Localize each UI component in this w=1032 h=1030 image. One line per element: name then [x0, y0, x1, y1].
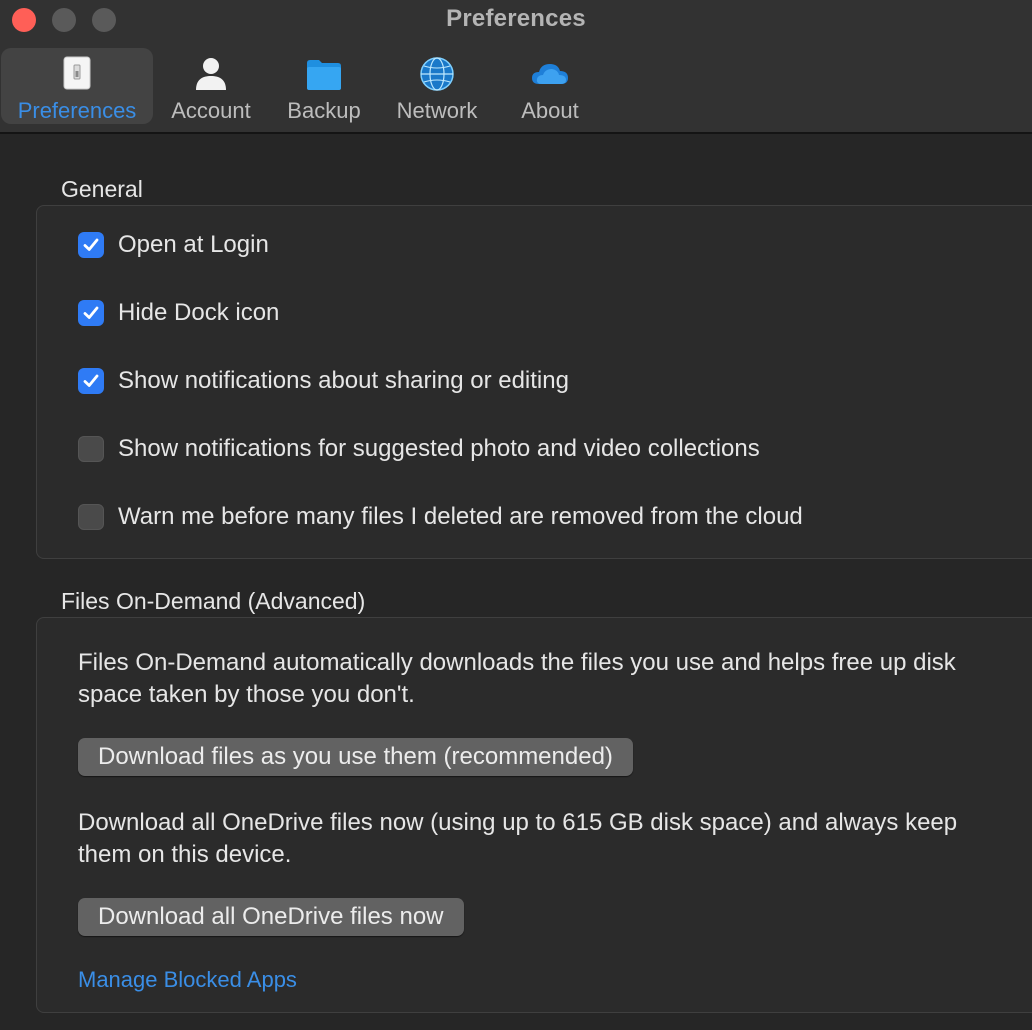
- hide-dock-icon-option[interactable]: Hide Dock icon: [78, 298, 279, 328]
- hide-dock-icon-checkbox[interactable]: [78, 300, 104, 326]
- files-on-demand-section-title: Files On-Demand (Advanced): [61, 588, 366, 614]
- warn-deleted-files-checkbox[interactable]: [78, 504, 104, 530]
- tab-preferences[interactable]: Preferences: [1, 48, 153, 124]
- files-on-demand-description: Files On-Demand automatically downloads …: [78, 649, 956, 708]
- cloud-icon: [532, 64, 568, 84]
- download-all-button[interactable]: Download all OneDrive files now: [78, 898, 464, 936]
- checkmark-icon: [83, 238, 99, 251]
- switch-icon: [63, 56, 91, 90]
- download-as-used-button[interactable]: Download files as you use them (recommen…: [78, 738, 633, 776]
- tab-preferences-label: Preferences: [17, 98, 137, 123]
- tab-account[interactable]: Account: [162, 48, 260, 124]
- open-at-login-label: Open at Login: [118, 231, 269, 258]
- folder-icon: [307, 60, 341, 90]
- tab-backup-label: Backup: [287, 98, 361, 123]
- tab-network[interactable]: Network: [386, 48, 488, 124]
- download-all-description: Download all OneDrive files now (using u…: [78, 809, 958, 868]
- toolbar: Preferences Preferences Account Backup N…: [0, 0, 1032, 134]
- general-section-title: General: [61, 176, 143, 202]
- warn-deleted-files-option[interactable]: Warn me before many files I deleted are …: [78, 502, 803, 532]
- open-at-login-option[interactable]: Open at Login: [78, 230, 269, 260]
- window-title: Preferences: [446, 5, 586, 32]
- tab-about[interactable]: About: [506, 48, 594, 124]
- tab-about-label: About: [521, 98, 579, 123]
- warn-deleted-files-label: Warn me before many files I deleted are …: [118, 503, 803, 530]
- collections-notifications-label: Show notifications for suggested photo a…: [118, 435, 760, 462]
- preferences-window: Preferences Preferences Account Backup N…: [0, 0, 1032, 1030]
- checkmark-icon: [83, 374, 99, 387]
- hide-dock-icon-label: Hide Dock icon: [118, 299, 280, 326]
- sharing-notifications-option[interactable]: Show notifications about sharing or edit…: [78, 366, 569, 396]
- collections-notifications-checkbox[interactable]: [78, 436, 104, 462]
- manage-blocked-apps-link[interactable]: Manage Blocked Apps: [78, 967, 297, 993]
- collections-notifications-option[interactable]: Show notifications for suggested photo a…: [78, 434, 760, 464]
- person-icon: [196, 58, 226, 90]
- checkmark-icon: [83, 306, 99, 319]
- sharing-notifications-checkbox[interactable]: [78, 368, 104, 394]
- tab-network-label: Network: [396, 98, 478, 123]
- open-at-login-checkbox[interactable]: [78, 232, 104, 258]
- sharing-notifications-label: Show notifications about sharing or edit…: [118, 367, 569, 394]
- globe-icon: [420, 57, 454, 91]
- tab-backup[interactable]: Backup: [278, 48, 370, 124]
- tab-account-label: Account: [171, 98, 251, 123]
